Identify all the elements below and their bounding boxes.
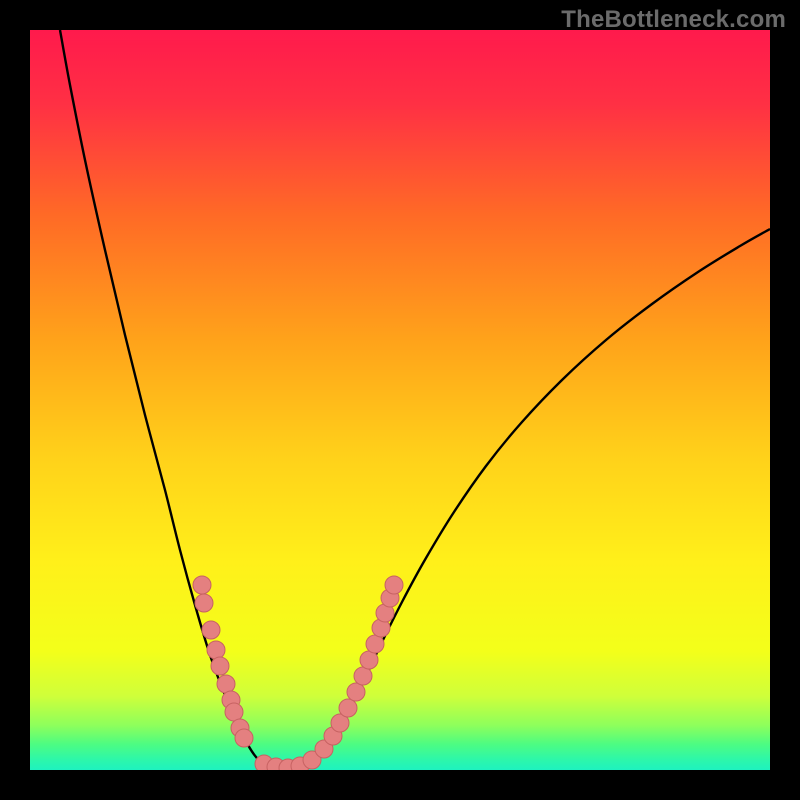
bottleneck-curve xyxy=(60,30,770,769)
highlight-dot xyxy=(202,621,220,639)
highlight-dots-group xyxy=(193,576,403,770)
highlight-dot xyxy=(354,667,372,685)
highlight-dot xyxy=(225,703,243,721)
highlight-dot xyxy=(211,657,229,675)
highlight-dot xyxy=(195,594,213,612)
highlight-dot xyxy=(339,699,357,717)
highlight-dot xyxy=(347,683,365,701)
plot-area xyxy=(30,30,770,770)
highlight-dot xyxy=(193,576,211,594)
highlight-dot xyxy=(235,729,253,747)
highlight-dot xyxy=(385,576,403,594)
highlight-dot xyxy=(217,675,235,693)
highlight-dot xyxy=(366,635,384,653)
highlight-dot xyxy=(360,651,378,669)
outer-frame: TheBottleneck.com xyxy=(0,0,800,800)
curve-layer xyxy=(30,30,770,770)
highlight-dot xyxy=(207,641,225,659)
